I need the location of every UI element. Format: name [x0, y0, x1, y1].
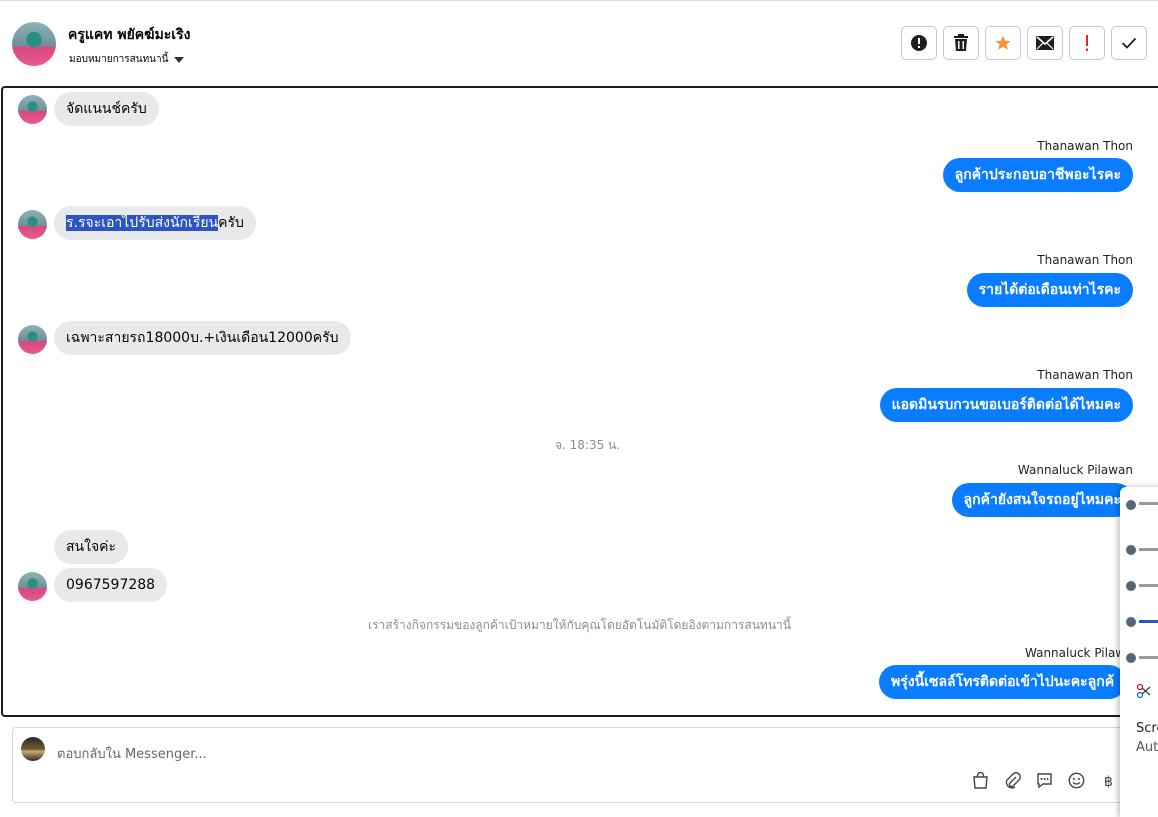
- thumbnail-line: [1139, 620, 1158, 623]
- spam-button[interactable]: [1069, 26, 1105, 60]
- saved-reply-icon[interactable]: [1035, 771, 1054, 790]
- thumbnail-icon[interactable]: [1126, 500, 1136, 510]
- sender-name: Thanawan Thon: [1037, 368, 1133, 382]
- selected-text: ร.รจะเอาไปรับส่งนักเรียน: [66, 215, 219, 231]
- incoming-message[interactable]: จัดแนนช์ครับ: [54, 92, 159, 126]
- attach-icon[interactable]: [1003, 771, 1022, 790]
- incoming-message[interactable]: 0967597288: [54, 568, 168, 602]
- message-text: ครับ: [218, 215, 244, 231]
- composer-tools: ฿: [971, 771, 1118, 790]
- thumbnail-line: [1139, 656, 1158, 659]
- incoming-message[interactable]: เฉพาะสายรถ18000บ.+เงินเดือน12000ครับ: [54, 321, 351, 355]
- thumbnail-icon[interactable]: [1126, 617, 1136, 627]
- header-actions: [901, 26, 1147, 60]
- mark-unread-button[interactable]: [1027, 26, 1063, 60]
- shop-bag-icon[interactable]: [971, 771, 990, 790]
- payment-icon[interactable]: ฿: [1099, 771, 1118, 790]
- contact-avatar-small: [18, 325, 47, 354]
- sender-name: Thanawan Thon: [1037, 253, 1133, 267]
- reply-input[interactable]: ตอบกลับใน Messenger...: [57, 743, 207, 764]
- outgoing-message[interactable]: รายได้ต่อเดือนเท่าไรคะ: [966, 273, 1133, 307]
- message-thread[interactable]: จัดแนนช์ครับ Thanawan Thon ลูกค้าประกอบอ…: [1, 86, 1158, 717]
- assign-conversation-dropdown[interactable]: มอบหมายการสนทนานี้: [69, 52, 185, 67]
- star-icon: [995, 35, 1011, 50]
- delete-button[interactable]: [943, 26, 979, 60]
- contact-avatar-small: [18, 210, 47, 239]
- assign-label: มอบหมายการสนทนานี้: [69, 54, 169, 65]
- mail-icon: [1036, 36, 1054, 50]
- incoming-message[interactable]: สนใจค่ะ: [54, 530, 129, 564]
- screenshot-side-panel[interactable]: Scre Aut: [1120, 487, 1158, 817]
- thumbnail-line: [1139, 502, 1158, 505]
- reply-composer[interactable]: ตอบกลับใน Messenger... ฿: [12, 727, 1158, 803]
- sender-name: Wannaluck Pilawa: [1025, 646, 1133, 660]
- incoming-message[interactable]: ร.รจะเอาไปรับส่งนักเรียนครับ: [54, 206, 256, 240]
- svg-text:฿: ฿: [1104, 774, 1113, 789]
- outgoing-message[interactable]: ลูกค้ายังสนใจรถอยู่ไหมคะ: [951, 483, 1133, 517]
- outgoing-message[interactable]: แอดมินรบกวนขอเบอร์ติดต่อได้ไหมคะ: [879, 388, 1133, 422]
- contact-avatar-small: [18, 95, 47, 124]
- sender-name: Thanawan Thon: [1037, 139, 1133, 153]
- panel-title: Scre: [1136, 721, 1158, 736]
- thumbnail-icon[interactable]: [1126, 545, 1136, 555]
- panel-subtitle: Aut: [1136, 740, 1158, 755]
- thumbnail-icon[interactable]: [1126, 653, 1136, 663]
- exclamation-icon: [1086, 35, 1088, 51]
- report-button[interactable]: [901, 26, 937, 60]
- thumbnail-icon[interactable]: [1126, 581, 1136, 591]
- contact-avatar-small: [18, 572, 47, 601]
- conversation-header: ครูแคท พยัคฆ์มะเริง มอบหมายการสนทนานี้: [0, 0, 1158, 86]
- thumbnail-line: [1139, 548, 1158, 551]
- report-icon: [911, 35, 927, 51]
- star-button[interactable]: [985, 26, 1021, 60]
- my-avatar: [21, 737, 45, 761]
- mark-done-button[interactable]: [1111, 26, 1147, 60]
- trash-icon: [954, 34, 968, 51]
- system-note: เราสร้างกิจกรรมของลูกค้าเป้าหมายให้กับคุ…: [368, 618, 791, 632]
- caret-down-icon: [174, 56, 185, 63]
- contact-avatar[interactable]: [12, 22, 56, 66]
- emoji-icon[interactable]: [1067, 771, 1086, 790]
- thumbnail-line: [1139, 584, 1158, 587]
- sender-name: Wannaluck Pilawan: [1017, 463, 1133, 477]
- timestamp: จ. 18:35 น.: [555, 438, 621, 452]
- outgoing-message[interactable]: พรุ่งนี้เซลล์โทรติดต่อเข้าไปนะคะลูกค้: [879, 665, 1127, 699]
- contact-name[interactable]: ครูแคท พยัคฆ์มะเริง: [68, 24, 190, 46]
- outgoing-message[interactable]: ลูกค้าประกอบอาชีพอะไรคะ: [942, 158, 1133, 192]
- snip-tool-icon[interactable]: [1136, 683, 1152, 703]
- check-icon: [1121, 37, 1137, 49]
